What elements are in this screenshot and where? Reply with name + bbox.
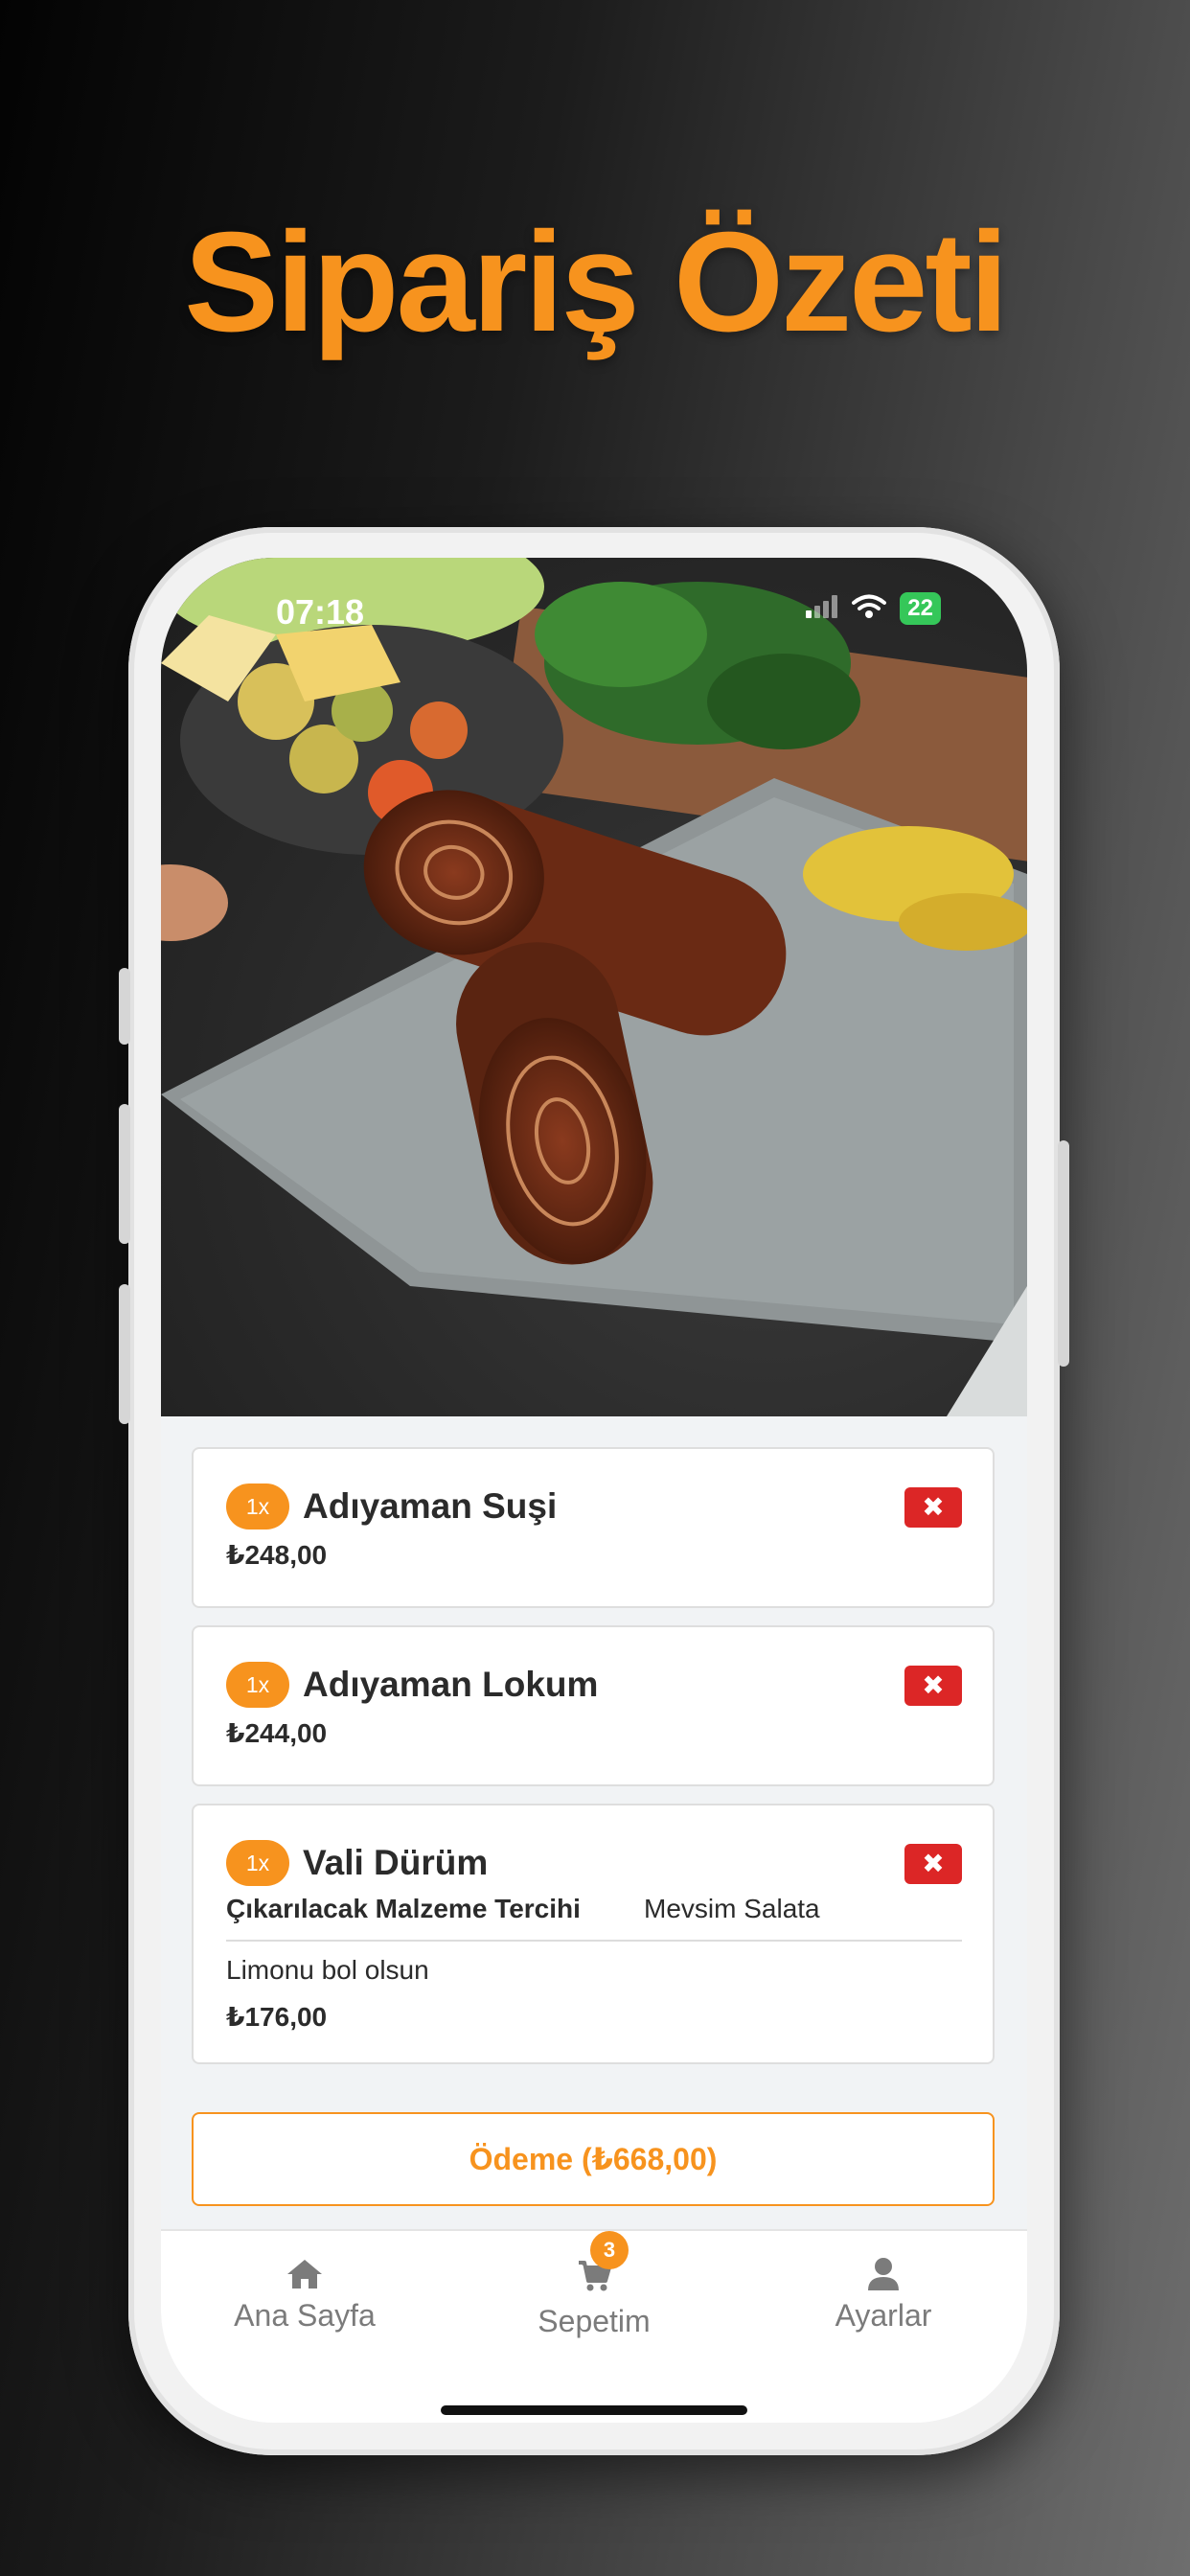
cart-item: 1x Adıyaman Lokum ✖ ₺244,00 bbox=[192, 1625, 995, 1786]
phone-volume-up bbox=[119, 1104, 130, 1244]
tab-label: Sepetim bbox=[538, 2304, 651, 2338]
option-label: Çıkarılacak Malzeme Tercihi bbox=[226, 1894, 581, 1923]
times-icon: ✖ bbox=[922, 1849, 945, 1878]
phone-volume-down bbox=[119, 1284, 130, 1424]
home-icon bbox=[286, 2258, 324, 2295]
food-photo-illustration bbox=[161, 558, 1027, 1416]
cart-count-badge: 3 bbox=[590, 2231, 629, 2269]
item-price: ₺176,00 bbox=[226, 2002, 328, 2032]
cart-item: 1x Vali Dürüm ✖ Çıkarılacak Malzeme Terc… bbox=[192, 1804, 995, 2064]
item-price: ₺244,00 bbox=[226, 1718, 328, 1748]
tab-home[interactable]: Ana Sayfa bbox=[161, 2231, 448, 2365]
status-time: 07:18 bbox=[276, 592, 365, 632]
tab-cart[interactable]: 3 Sepetim bbox=[450, 2231, 738, 2365]
cart-item: 1x Adıyaman Suşi ✖ ₺248,00 bbox=[192, 1447, 995, 1608]
quantity-badge: 1x bbox=[226, 1662, 289, 1708]
tab-settings[interactable]: Ayarlar bbox=[740, 2231, 1027, 2365]
status-icons: 22 bbox=[806, 592, 941, 625]
tab-bar: Ana Sayfa 3 Sepetim Ayarlar bbox=[161, 2229, 1027, 2423]
item-name: Vali Dürüm bbox=[303, 1843, 489, 1882]
checkout-button[interactable]: Ödeme (₺668,00) bbox=[192, 2112, 995, 2206]
item-divider bbox=[226, 1940, 962, 1942]
quantity-badge: 1x bbox=[226, 1840, 289, 1886]
times-icon: ✖ bbox=[922, 1670, 945, 1700]
battery-indicator: 22 bbox=[900, 592, 941, 625]
page-headline: Sipariş Özeti bbox=[184, 203, 1009, 361]
item-name: Adıyaman Suşi bbox=[303, 1486, 558, 1526]
tab-label: Ayarlar bbox=[835, 2298, 932, 2333]
times-icon: ✖ bbox=[922, 1492, 945, 1522]
remove-item-button[interactable]: ✖ bbox=[904, 1844, 962, 1884]
hero-food-image: 07:18 22 bbox=[161, 558, 1027, 1416]
option-value: Mevsim Salata bbox=[644, 1894, 820, 1923]
item-price: ₺248,00 bbox=[226, 1540, 328, 1570]
home-indicator bbox=[441, 2405, 747, 2415]
quantity-badge: 1x bbox=[226, 1484, 289, 1530]
wifi-icon bbox=[852, 594, 887, 624]
tab-label: Ana Sayfa bbox=[234, 2298, 376, 2333]
phone-power-button bbox=[1058, 1140, 1069, 1367]
remove-item-button[interactable]: ✖ bbox=[904, 1666, 962, 1706]
phone-screen: 07:18 22 1x Adıyaman Suşi ✖ ₺248,00 1x A… bbox=[161, 558, 1027, 2423]
item-note: Limonu bol olsun bbox=[226, 1955, 429, 1985]
user-icon bbox=[866, 2256, 901, 2297]
phone-silent-switch bbox=[119, 968, 130, 1045]
signal-icon bbox=[806, 594, 838, 623]
item-name: Adıyaman Lokum bbox=[303, 1665, 599, 1704]
remove-item-button[interactable]: ✖ bbox=[904, 1487, 962, 1528]
